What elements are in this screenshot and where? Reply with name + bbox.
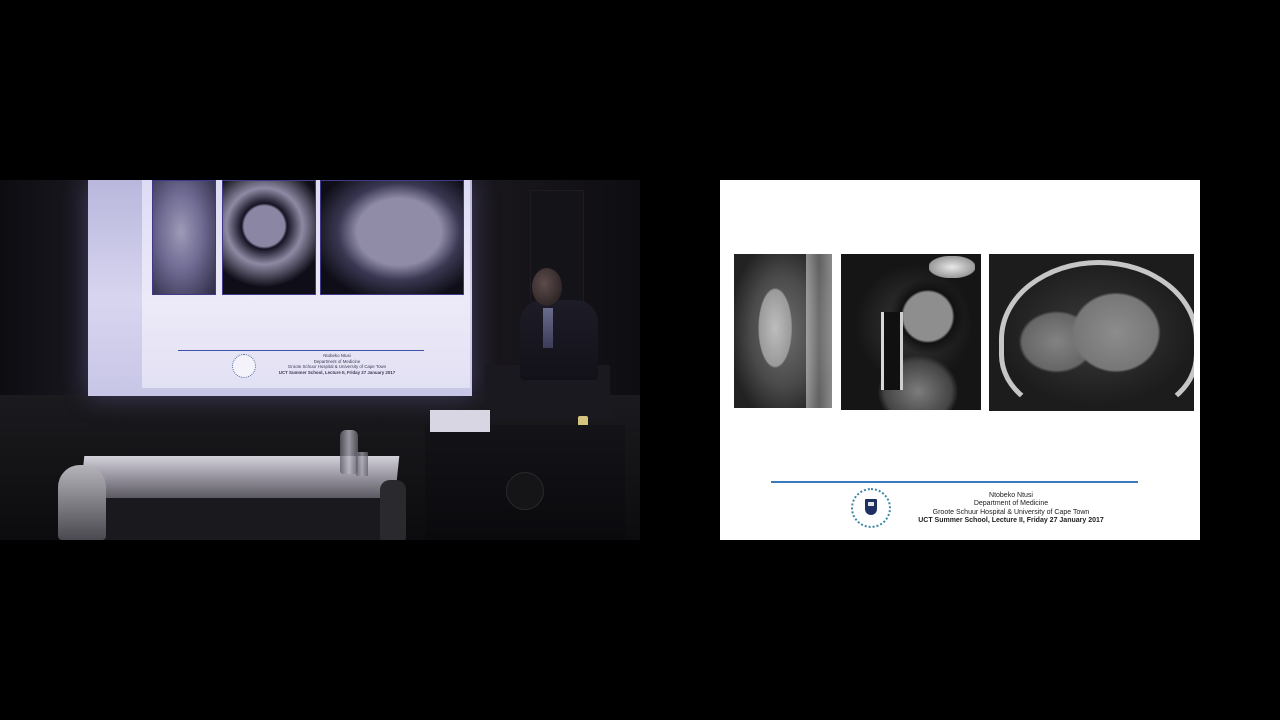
presenter-collar <box>543 308 553 348</box>
projected-mri-2 <box>222 180 316 295</box>
water-glass <box>356 452 368 476</box>
projected-lecture: UCT Summer School, Lecture II, Friday 27… <box>278 369 396 375</box>
podium-top <box>430 410 490 432</box>
table-edge <box>76 498 396 540</box>
presenter-head <box>532 268 562 306</box>
projected-mri-3 <box>320 180 464 295</box>
projected-mri-1 <box>152 180 216 295</box>
slide-rule <box>771 481 1138 483</box>
projected-seal-icon <box>232 354 256 378</box>
chair-right <box>380 480 406 540</box>
slide-view: Ntobeko Ntusi Department of Medicine Gro… <box>720 180 1200 540</box>
projected-slide: Ntobeko Ntusi Department of Medicine Gro… <box>142 180 470 388</box>
mri-image-long-axis <box>734 254 832 408</box>
presenter-body <box>520 300 598 380</box>
camera-view: Ntobeko Ntusi Department of Medicine Gro… <box>0 180 640 540</box>
chair <box>58 465 106 540</box>
uct-seal-icon <box>851 488 891 528</box>
podium-seal-icon <box>506 472 544 510</box>
mri-image-four-chamber <box>989 254 1194 411</box>
presenter-name: Ntobeko Ntusi <box>989 492 1033 499</box>
projected-rule <box>178 350 424 351</box>
video-stage: Ntobeko Ntusi Department of Medicine Gro… <box>0 0 1280 720</box>
projected-caption: Ntobeko Ntusi Department of Medicine Gro… <box>262 353 412 375</box>
mri-image-short-axis <box>841 254 981 410</box>
lecture-title: UCT Summer School, Lecture II, Friday 27… <box>918 516 1104 524</box>
department: Department of Medicine <box>973 500 1049 508</box>
shield-icon <box>865 499 877 515</box>
institution: Groote Schuur Hospital & University of C… <box>932 508 1090 516</box>
slide-caption: Ntobeko Ntusi Department of Medicine Gro… <box>906 492 1116 525</box>
